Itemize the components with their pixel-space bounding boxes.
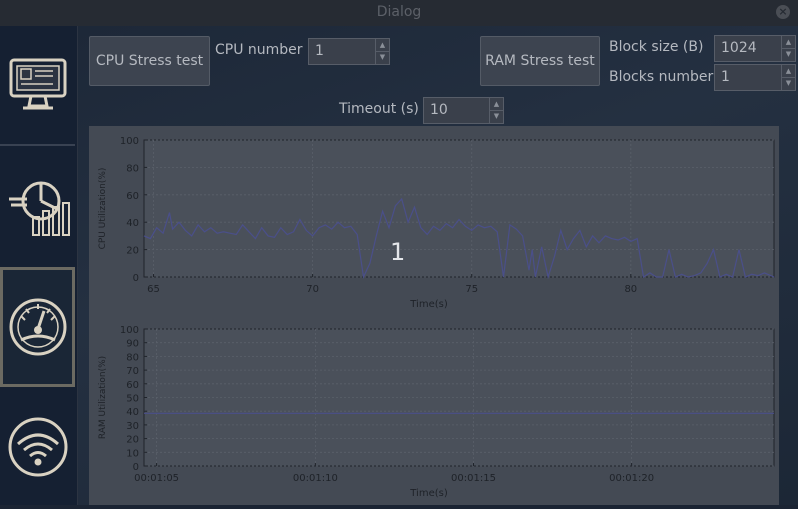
sidebar-item-charts[interactable] xyxy=(0,146,75,266)
block-size-value: 1024 xyxy=(721,40,757,56)
y-tick-label: 20 xyxy=(126,435,139,446)
y-tick-label: 60 xyxy=(126,380,139,391)
blocks-number-label: Blocks number xyxy=(609,69,714,85)
y-tick-label: 0 xyxy=(133,273,139,284)
y-tick-label: 70 xyxy=(126,366,139,377)
timeout-value: 10 xyxy=(430,102,448,118)
y-tick-label: 100 xyxy=(120,325,139,336)
x-tick-label: 00:01:20 xyxy=(609,473,654,484)
cpu-number-stepper[interactable]: 1 ▲ ▼ xyxy=(308,38,390,65)
step-marker: 1 xyxy=(390,238,406,266)
x-tick-label: 80 xyxy=(624,284,637,295)
chevron-down-icon[interactable]: ▼ xyxy=(376,51,389,63)
y-axis-label: CPU Utilization(%) xyxy=(98,168,108,250)
ram-stress-test-button[interactable]: RAM Stress test xyxy=(480,36,600,86)
y-tick-label: 100 xyxy=(120,136,139,147)
close-icon[interactable]: × xyxy=(776,5,790,19)
plot-panel: 0 20 40 60 80 100 65 70 75 80 Time(s) CPU Utilizati… xyxy=(89,126,779,505)
y-tick-label: 30 xyxy=(126,421,139,432)
pie-chart-icon xyxy=(8,181,70,236)
plot-area xyxy=(143,139,775,278)
x-tick-label: 70 xyxy=(306,284,319,295)
cpu-number-value: 1 xyxy=(315,43,324,59)
cpu-number-label: CPU number xyxy=(215,42,303,58)
y-tick-label: 60 xyxy=(126,191,139,202)
x-tick-label: 00:01:10 xyxy=(293,473,338,484)
title-bar: Dialog × xyxy=(0,0,798,27)
y-axis-label: RAM Utilization(%) xyxy=(98,356,108,439)
sidebar-item-system[interactable] xyxy=(0,26,75,144)
timeout-stepper[interactable]: 10 ▲ ▼ xyxy=(423,97,504,124)
chevron-down-icon[interactable]: ▼ xyxy=(782,48,795,60)
window-title: Dialog xyxy=(376,4,422,20)
x-tick-label: 00:01:15 xyxy=(451,473,496,484)
chevron-down-icon[interactable]: ▼ xyxy=(490,110,503,122)
y-tick-label: 50 xyxy=(126,394,139,405)
sidebar xyxy=(0,26,79,505)
sidebar-item-stress-test[interactable] xyxy=(0,267,75,387)
y-tick-label: 80 xyxy=(126,163,139,174)
x-axis-label: Time(s) xyxy=(409,299,448,310)
y-tick-label: 90 xyxy=(126,339,139,350)
x-tick-label: 00:01:05 xyxy=(134,473,179,484)
y-tick-label: 10 xyxy=(126,448,139,459)
chevron-down-icon[interactable]: ▼ xyxy=(782,77,795,89)
wifi-icon xyxy=(8,417,67,477)
sidebar-item-network[interactable] xyxy=(0,389,75,505)
speedometer-icon xyxy=(9,298,66,356)
x-axis-label: Time(s) xyxy=(409,488,448,499)
y-tick-label: 0 xyxy=(133,462,139,473)
blocks-number-value: 1 xyxy=(721,69,730,85)
y-tick-label: 80 xyxy=(126,352,139,363)
y-tick-label: 40 xyxy=(126,407,139,418)
plot-area xyxy=(143,328,775,467)
timeout-label: Timeout (s) xyxy=(339,101,419,117)
y-tick-label: 40 xyxy=(126,218,139,229)
monitor-icon xyxy=(9,58,66,110)
blocks-number-stepper[interactable]: 1 ▲ ▼ xyxy=(714,64,796,91)
cpu-stress-test-button[interactable]: CPU Stress test xyxy=(89,36,210,86)
x-tick-label: 65 xyxy=(147,284,160,295)
plots-svg: 02040608010065 70 75 80Time(s)CPU Utilizati… xyxy=(98,136,775,499)
block-size-stepper[interactable]: 1024 ▲ ▼ xyxy=(714,35,796,62)
block-size-label: Block size (B) xyxy=(609,39,704,55)
y-tick-label: 20 xyxy=(126,246,139,257)
x-tick-label: 75 xyxy=(465,284,478,295)
